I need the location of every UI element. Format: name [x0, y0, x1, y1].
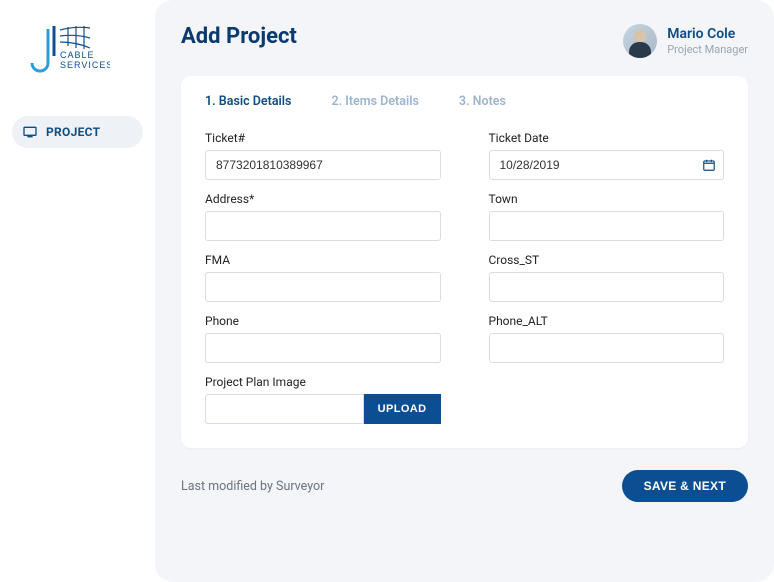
input-cross-st[interactable] — [489, 272, 725, 302]
sidebar-item-project[interactable]: PROJECT — [12, 116, 143, 148]
tab-basic-details[interactable]: 1. Basic Details — [205, 94, 291, 109]
last-modified: Last modified by Surveyor — [181, 479, 324, 494]
field-phone-alt: Phone_ALT — [489, 314, 725, 363]
input-ticket-date[interactable] — [489, 150, 725, 180]
label-town: Town — [489, 192, 725, 206]
field-town: Town — [489, 192, 725, 241]
field-fma: FMA — [205, 253, 441, 302]
input-phone-alt[interactable] — [489, 333, 725, 363]
brand-text-1: CABLE — [60, 50, 95, 60]
label-ticket: Ticket# — [205, 131, 441, 145]
footer: Last modified by Surveyor SAVE & NEXT — [181, 470, 748, 502]
avatar — [623, 24, 657, 58]
form-grid: Ticket# Ticket Date Address* Town — [205, 131, 724, 424]
form-card: 1. Basic Details 2. Items Details 3. Not… — [181, 76, 748, 448]
user-name: Mario Cole — [667, 26, 748, 43]
brand-text-2: SERVICES — [60, 60, 110, 70]
label-fma: FMA — [205, 253, 441, 267]
input-fma[interactable] — [205, 272, 441, 302]
input-ticket[interactable] — [205, 150, 441, 180]
label-phone-alt: Phone_ALT — [489, 314, 725, 328]
field-ticket-date: Ticket Date — [489, 131, 725, 180]
header: Add Project Mario Cole Project Manager — [181, 24, 748, 58]
sidebar-item-label: PROJECT — [46, 125, 100, 139]
field-phone: Phone — [205, 314, 441, 363]
input-town[interactable] — [489, 211, 725, 241]
save-next-button[interactable]: SAVE & NEXT — [622, 470, 748, 502]
project-icon — [22, 124, 38, 140]
tabs: 1. Basic Details 2. Items Details 3. Not… — [205, 94, 724, 109]
label-cross-st: Cross_ST — [489, 253, 725, 267]
field-ticket: Ticket# — [205, 131, 441, 180]
label-ticket-date: Ticket Date — [489, 131, 725, 145]
label-project-plan: Project Plan Image — [205, 375, 441, 389]
page-title: Add Project — [181, 24, 297, 49]
field-address: Address* — [205, 192, 441, 241]
user-block[interactable]: Mario Cole Project Manager — [623, 24, 748, 58]
tab-notes[interactable]: 3. Notes — [459, 94, 506, 109]
field-cross-st: Cross_ST — [489, 253, 725, 302]
upload-button[interactable]: UPLOAD — [364, 394, 441, 424]
input-phone[interactable] — [205, 333, 441, 363]
field-project-plan: Project Plan Image UPLOAD — [205, 375, 441, 424]
input-address[interactable] — [205, 211, 441, 241]
label-address: Address* — [205, 192, 441, 206]
sidebar: CABLE SERVICES PROJECT — [0, 0, 155, 582]
input-project-plan[interactable] — [205, 394, 364, 424]
tab-items-details[interactable]: 2. Items Details — [331, 94, 418, 109]
brand-logo: CABLE SERVICES — [12, 24, 143, 76]
user-role: Project Manager — [667, 43, 748, 56]
main-panel: Add Project Mario Cole Project Manager 1… — [155, 0, 774, 582]
user-text: Mario Cole Project Manager — [667, 26, 748, 56]
label-phone: Phone — [205, 314, 441, 328]
